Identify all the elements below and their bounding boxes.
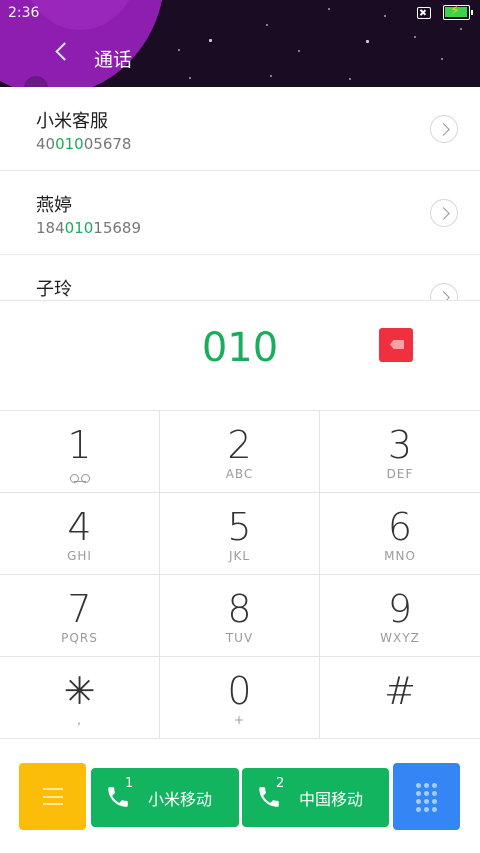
number-suffix: 05678 — [83, 135, 132, 153]
key-4[interactable]: 4 GHI — [0, 493, 160, 575]
contact-name: 燕婷 — [36, 195, 72, 216]
number-match: 010 — [55, 135, 84, 153]
key-letters: DEF — [386, 467, 414, 481]
sim-slot-number: 1 — [125, 776, 134, 791]
star-decoration — [266, 24, 268, 26]
menu-button[interactable] — [19, 763, 86, 830]
key-letters: ABC — [225, 467, 254, 481]
key-digit: 6 — [387, 505, 413, 549]
number-prefix: 184 — [36, 219, 65, 237]
key-digit: # — [384, 669, 416, 713]
key-digit: 3 — [387, 423, 413, 467]
key-letters: JKL — [228, 549, 251, 563]
backspace-button[interactable] — [379, 328, 413, 362]
voicemail-icon — [69, 474, 90, 483]
page-title: 通话 — [94, 49, 133, 71]
carrier-label: 小米移动 — [148, 790, 213, 809]
number-suffix: 15689 — [93, 219, 141, 237]
key-letters: MNO — [384, 549, 416, 563]
call-action-bar: 1 小米移动 2 中国移动 — [0, 763, 480, 831]
contact-name: 子玲 — [36, 279, 72, 300]
star-decoration — [366, 40, 369, 43]
key-letters: + — [233, 713, 246, 727]
header: 2:36 ⚡ 通话 — [0, 0, 480, 87]
key-digit: 2 — [227, 423, 252, 467]
key-digit: ✳ — [63, 669, 96, 713]
star-decoration — [209, 39, 212, 42]
key-digit: 0 — [227, 669, 252, 713]
star-decoration — [441, 58, 443, 60]
star-decoration — [298, 50, 300, 52]
star-decoration — [328, 8, 330, 10]
key-2[interactable]: 2 ABC — [160, 411, 320, 493]
call-sim1-button[interactable]: 1 小米移动 — [91, 768, 239, 827]
contact-name: 小米客服 — [36, 111, 108, 132]
dialer-panel: 010 1 2 ABC 3 DEF 4 GHI 5 JKL 6 MNO 7 PQ… — [0, 300, 480, 853]
contact-details-button[interactable] — [430, 115, 458, 143]
carrier-label: 中国移动 — [299, 790, 364, 809]
key-letters: GHI — [67, 549, 92, 563]
sim-slot-number: 2 — [276, 776, 285, 791]
key-7[interactable]: 7 PQRS — [0, 575, 160, 657]
status-time: 2:36 — [8, 5, 40, 21]
key-digit: 9 — [387, 587, 413, 631]
key-digit: 1 — [67, 423, 92, 467]
number-prefix: 40 — [36, 135, 56, 153]
key-digit: 5 — [227, 505, 252, 549]
star-decoration — [178, 49, 180, 51]
key-0[interactable]: 0 + — [160, 657, 320, 739]
battery-icon: ⚡ — [443, 3, 473, 20]
key-1[interactable]: 1 — [0, 411, 160, 493]
key-letters: TUV — [225, 631, 254, 645]
key-letters: WXYZ — [380, 631, 420, 645]
key-digit: 8 — [227, 587, 252, 631]
key-8[interactable]: 8 TUV — [160, 575, 320, 657]
number-match: 010 — [64, 219, 94, 237]
star-decoration — [384, 15, 386, 17]
dialpad: 1 2 ABC 3 DEF 4 GHI 5 JKL 6 MNO 7 PQRS 8 — [0, 410, 480, 740]
key-digit: 4 — [67, 505, 92, 549]
contact-number: 4001005678 — [36, 135, 131, 153]
contact-row[interactable]: 小米客服 4001005678 — [0, 87, 480, 171]
no-sim-icon — [417, 7, 431, 19]
call-sim2-button[interactable]: 2 中国移动 — [242, 768, 389, 827]
contact-details-button[interactable] — [430, 199, 458, 227]
star-decoration — [189, 77, 191, 79]
key-3[interactable]: 3 DEF — [320, 411, 480, 493]
star-decoration — [270, 75, 272, 77]
star-decoration — [349, 78, 351, 80]
key-letters: , — [77, 713, 82, 727]
key-5[interactable]: 5 JKL — [160, 493, 320, 575]
key-star[interactable]: ✳ , — [0, 657, 160, 739]
star-decoration — [460, 28, 462, 30]
star-decoration — [414, 36, 416, 38]
dialpad-toggle-button[interactable] — [393, 763, 460, 830]
key-digit: 7 — [67, 587, 92, 631]
contact-number: 18401015689 — [36, 219, 141, 237]
menu-icon — [43, 788, 63, 805]
key-letters: PQRS — [61, 631, 98, 645]
key-hash[interactable]: # — [320, 657, 480, 739]
dialpad-icon — [416, 783, 437, 812]
key-6[interactable]: 6 MNO — [320, 493, 480, 575]
key-9[interactable]: 9 WXYZ — [320, 575, 480, 657]
contact-row[interactable]: 燕婷 18401015689 — [0, 171, 480, 255]
